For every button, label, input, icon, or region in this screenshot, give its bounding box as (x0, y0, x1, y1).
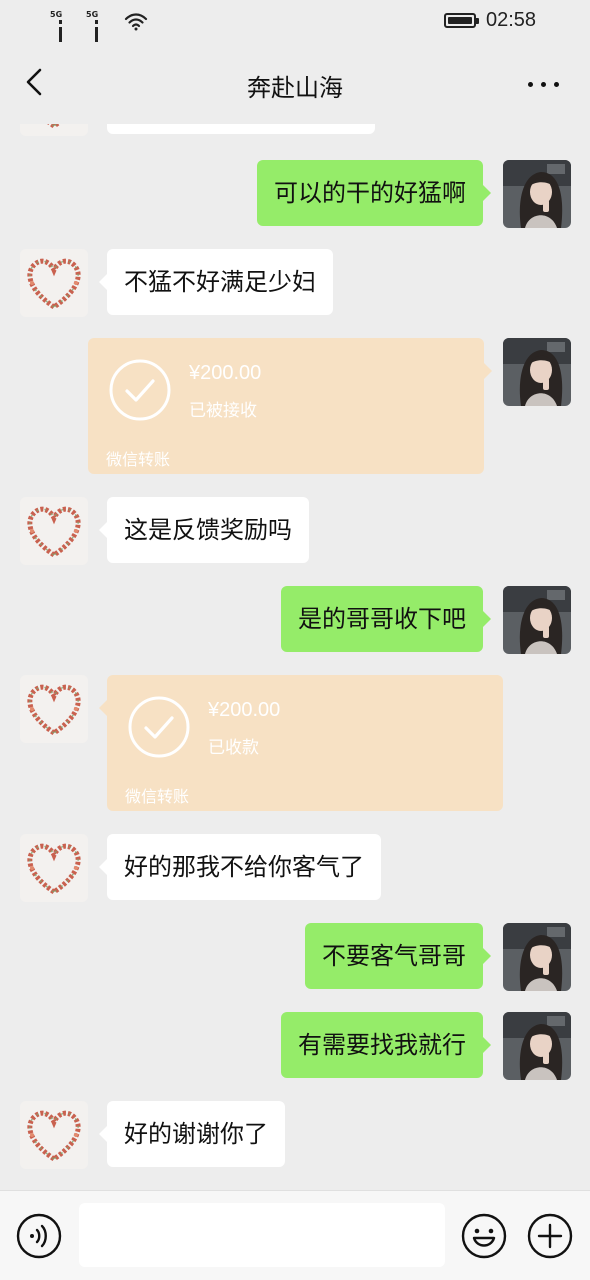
contact-avatar[interactable] (20, 1101, 88, 1169)
plus-icon[interactable] (527, 1213, 573, 1259)
my-avatar[interactable] (503, 160, 571, 228)
battery-icon (444, 13, 479, 28)
chat-header: 奔赴山海 (0, 42, 590, 124)
message-bubble-outgoing[interactable]: 可以的干的好猛啊 (257, 160, 491, 226)
transfer-brand: 微信转账 (106, 450, 171, 469)
message-bubble-partial[interactable] (107, 124, 375, 134)
check-circle-icon (127, 695, 191, 759)
message-bubble-incoming[interactable]: 好的那我不给你客气了 (99, 834, 381, 900)
my-avatar[interactable] (503, 923, 571, 991)
transfer-amount: ¥200.00 (208, 699, 281, 721)
message-bubble-incoming[interactable]: 不猛不好满足少妇 (99, 249, 333, 315)
my-avatar[interactable] (503, 586, 571, 654)
transfer-status: 已收款 (208, 738, 259, 758)
transfer-card-outgoing[interactable]: ¥200.00 已被接收 微信转账 (88, 338, 492, 474)
message-input[interactable] (79, 1203, 445, 1267)
contact-avatar[interactable] (20, 834, 88, 902)
message-bubble-incoming[interactable]: 这是反馈奖励吗 (99, 497, 309, 563)
message-bubble-outgoing[interactable]: 是的哥哥收下吧 (281, 586, 491, 652)
check-circle-icon (108, 358, 172, 422)
message-bubble-outgoing[interactable]: 有需要找我就行 (281, 1012, 491, 1078)
message-list[interactable]: 可以的干的好猛啊 不猛不好满足少妇 ¥200.00 已被接收 微信转账 这是反馈… (0, 124, 590, 1190)
transfer-amount: ¥200.00 (189, 362, 262, 384)
chat-title: 奔赴山海 (247, 74, 343, 102)
emoji-icon[interactable] (461, 1213, 507, 1259)
message-bubble-incoming[interactable]: 好的谢谢你了 (99, 1101, 285, 1167)
transfer-brand: 微信转账 (125, 787, 190, 806)
transfer-status: 已被接收 (189, 401, 257, 421)
contact-avatar[interactable] (20, 675, 88, 743)
wifi-icon (124, 13, 148, 31)
more-options-icon[interactable] (524, 72, 564, 96)
status-bar: 5G 5G 02:58 (0, 0, 590, 57)
contact-avatar[interactable] (20, 249, 88, 317)
message-bubble-outgoing[interactable]: 不要客气哥哥 (305, 923, 491, 989)
my-avatar[interactable] (503, 1012, 571, 1080)
voice-icon[interactable] (16, 1213, 62, 1259)
input-bar (0, 1190, 590, 1280)
status-time: 02:58 (486, 9, 537, 31)
transfer-card-incoming[interactable]: ¥200.00 已收款 微信转账 (99, 675, 503, 811)
my-avatar[interactable] (503, 338, 571, 406)
contact-avatar[interactable] (20, 124, 88, 136)
contact-avatar[interactable] (20, 497, 88, 565)
